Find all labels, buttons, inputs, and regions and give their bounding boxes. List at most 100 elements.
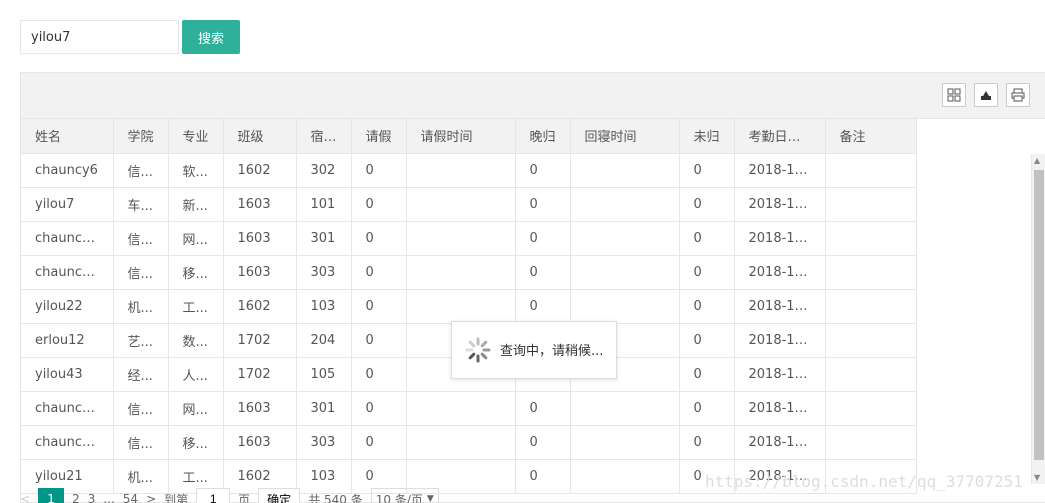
loading-text: 查询中，请稍候...	[500, 344, 604, 359]
scroll-up-arrow-icon[interactable]: ▲	[1034, 156, 1040, 165]
table-cell	[825, 289, 917, 324]
table-cell	[406, 221, 516, 256]
vertical-scrollbar[interactable]: ▲ ▼	[1031, 153, 1045, 484]
table-cell: yilou43	[21, 357, 114, 392]
table-cell	[570, 391, 680, 426]
table-cell: 信...	[113, 221, 169, 256]
table-cell: 0	[679, 289, 735, 324]
table-cell: 0	[515, 289, 571, 324]
table-cell	[825, 425, 917, 460]
table-cell: 0	[515, 459, 571, 494]
search-input[interactable]	[20, 20, 179, 54]
table-cell: 0	[351, 323, 407, 358]
table-cell: 301	[296, 391, 352, 426]
table-cell: chauncy14	[21, 221, 114, 256]
table-cell: 0	[351, 391, 407, 426]
column-header-label: 请假时间	[420, 130, 473, 146]
page-unit-label: 页	[238, 492, 251, 503]
table-cell: 信...	[113, 425, 169, 460]
page-size-select[interactable]: 10 条/页 ▼	[370, 488, 439, 503]
table-cell: 2018-10...	[734, 323, 826, 358]
table-cell: 301	[296, 221, 352, 256]
scroll-thumb[interactable]	[1034, 169, 1044, 460]
table-toolbar	[21, 73, 1045, 119]
table-cell: 101	[296, 187, 352, 222]
table-cell: 0	[679, 221, 735, 256]
column-header[interactable]: 考勤日期 ▲ ▼	[734, 119, 826, 154]
total-count: 共 540 条	[308, 492, 363, 503]
search-button[interactable]: 搜索	[182, 20, 240, 54]
table-cell	[825, 357, 917, 392]
table-cell: 303	[296, 425, 352, 460]
goto-label: 到第	[164, 492, 189, 503]
table-row[interactable]: chauncy6 信... 软... 1602 302 0 0 0 2018-10...	[21, 153, 917, 188]
table-cell	[825, 255, 917, 290]
scroll-down-arrow-icon[interactable]: ▼	[1034, 473, 1040, 482]
table-row[interactable]: chauncy25 信... 移... 1603 303 0 0 0 2018-10...	[21, 255, 917, 290]
table-cell: 1603	[223, 425, 297, 460]
export-icon[interactable]	[974, 83, 998, 107]
table-cell	[825, 221, 917, 256]
prev-page-button[interactable]: <	[20, 492, 30, 503]
pagination: < 1 2 3 ... 54 > 到第 页 确定 共 540 条 10 条/页▼	[20, 488, 447, 503]
table-cell: 软...	[168, 153, 224, 188]
table-cell: 2018-10...	[734, 357, 826, 392]
table-row[interactable]: chauncy14 信... 网... 1603 301 0 0 0 2018-10...	[21, 221, 917, 256]
columns-icon[interactable]	[942, 83, 966, 107]
table-cell: 信...	[113, 391, 169, 426]
table-cell: 新...	[168, 187, 224, 222]
table-cell: chauncy13	[21, 391, 114, 426]
table-row[interactable]: yilou7 车... 新... 1603 101 0 0 0 2018-10...	[21, 187, 917, 222]
loading-overlay: 查询中，请稍候...	[451, 320, 617, 379]
table-cell: 移...	[168, 255, 224, 290]
table-cell	[406, 255, 516, 290]
table-cell: 103	[296, 289, 352, 324]
column-header-label: 学院	[127, 130, 154, 146]
table-cell: 0	[351, 187, 407, 222]
table-cell: 0	[679, 425, 735, 460]
table-cell: 0	[515, 221, 571, 256]
page-ellipsis: ...	[103, 492, 115, 503]
table-cell	[406, 425, 516, 460]
table-cell: 经...	[113, 357, 169, 392]
table-cell: 工...	[168, 289, 224, 324]
sort-icon[interactable]: ▲ ▼	[805, 130, 811, 144]
column-header-label: 宿...	[310, 130, 336, 146]
page-3-button[interactable]: 3	[88, 492, 96, 503]
table-cell	[570, 153, 680, 188]
table-cell: 0	[351, 425, 407, 460]
column-header: 姓名	[21, 119, 114, 154]
next-page-button[interactable]: >	[146, 492, 156, 503]
sort-icon[interactable]: ▲ ▼	[340, 130, 346, 144]
goto-confirm-button[interactable]: 确定	[258, 488, 301, 503]
column-header: 回寝时间	[570, 119, 680, 154]
table-row[interactable]: yilou22 机... 工... 1602 103 0 0 0 2018-10...	[21, 289, 917, 324]
table-cell: 人...	[168, 357, 224, 392]
table-cell: 0	[515, 425, 571, 460]
table-cell: 0	[515, 187, 571, 222]
column-header: 晚归	[515, 119, 571, 154]
page-54-button[interactable]: 54	[123, 492, 138, 503]
table-cell: 2018-10...	[734, 221, 826, 256]
spinner-icon	[465, 337, 491, 362]
print-icon[interactable]	[1006, 83, 1030, 107]
table-cell: 0	[351, 221, 407, 256]
column-header: 未归	[679, 119, 735, 154]
table-cell: 2018-10...	[734, 187, 826, 222]
table-row[interactable]: chauncy13 信... 网... 1603 301 0 0 0 2018-10...	[21, 391, 917, 426]
column-header: 请假时间	[406, 119, 516, 154]
table-cell: 1602	[223, 289, 297, 324]
page-1-button[interactable]: 1	[38, 488, 65, 503]
table-cell	[406, 187, 516, 222]
table-cell	[570, 289, 680, 324]
page-2-button[interactable]: 2	[72, 492, 80, 503]
table-cell: 0	[679, 357, 735, 392]
table-cell: 艺...	[113, 323, 169, 358]
table-cell: chauncy24	[21, 425, 114, 460]
table-cell: 204	[296, 323, 352, 358]
goto-page-input[interactable]	[196, 488, 231, 503]
column-header[interactable]: 宿... ▲ ▼	[296, 119, 352, 154]
table-cell	[825, 187, 917, 222]
column-header-label: 晚归	[529, 130, 556, 146]
table-row[interactable]: chauncy24 信... 移... 1603 303 0 0 0 2018-10...	[21, 425, 917, 460]
